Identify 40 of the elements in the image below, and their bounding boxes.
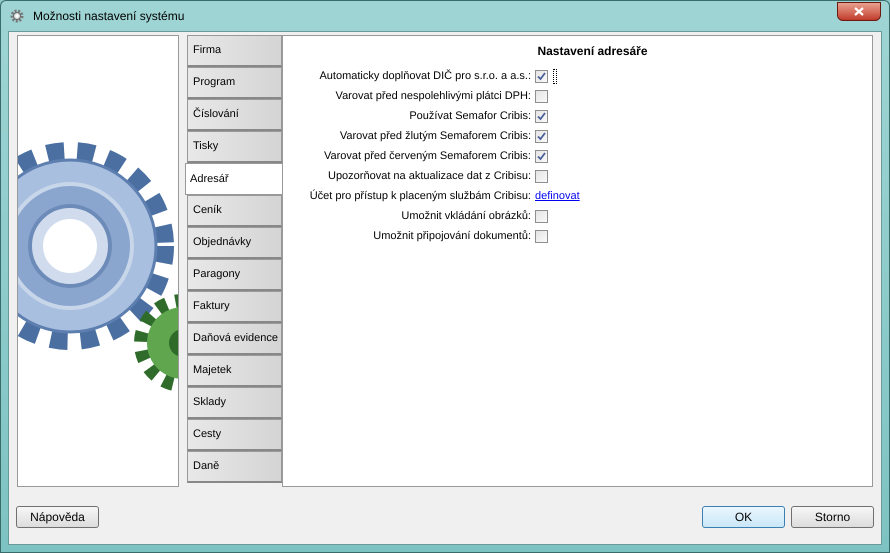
- tab[interactable]: Daňová evidence: [187, 323, 283, 355]
- window-title: Možnosti nastavení systému: [33, 8, 184, 25]
- ok-button[interactable]: OK: [702, 506, 785, 528]
- checkbox[interactable]: [535, 150, 548, 162]
- tab[interactable]: Program: [187, 67, 283, 99]
- cancel-button[interactable]: Storno: [791, 506, 874, 528]
- define-link[interactable]: definovat: [535, 188, 580, 204]
- checkbox[interactable]: [535, 110, 548, 122]
- setting-label: Varovat před nespolehlivými plátci DPH:: [334, 88, 531, 104]
- tab[interactable]: Sklady: [187, 387, 283, 419]
- panel-title: Nastavení adresáře: [537, 43, 648, 60]
- checkbox[interactable]: [535, 130, 548, 142]
- tab[interactable]: Majetek: [187, 355, 283, 387]
- setting-label: Používat Semafor Cribis:: [408, 108, 531, 124]
- setting-label: Umožnit připojování dokumentů:: [372, 228, 531, 244]
- tab[interactable]: Firma: [187, 35, 283, 67]
- setting-label: Umožnit vkládání obrázků:: [400, 208, 531, 224]
- tab[interactable]: Daně: [187, 451, 283, 483]
- setting-label: Automaticky doplňovat DIČ pro s.r.o. a a.s.:: [318, 68, 531, 84]
- help-button[interactable]: Nápověda: [16, 506, 99, 528]
- setting-label: Varovat před červeným Semaforem Cribis:: [322, 148, 531, 164]
- checkbox[interactable]: [535, 170, 548, 182]
- checkbox[interactable]: [535, 230, 548, 242]
- close-icon: [854, 6, 864, 16]
- tab[interactable]: Faktury: [187, 291, 283, 323]
- close-button[interactable]: [837, 2, 881, 20]
- tab[interactable]: Číslování: [187, 99, 283, 131]
- tab[interactable]: Adresář: [185, 163, 282, 195]
- setting-label: Upozorňovat na aktualizace dat z Cribisu:: [327, 168, 531, 184]
- checkbox[interactable]: [535, 210, 548, 222]
- gear-icon: [9, 8, 25, 24]
- setting-label: Účet pro přístup k placeným službám Cribisu:: [308, 188, 531, 204]
- tab[interactable]: Tisky: [187, 131, 283, 163]
- checkbox[interactable]: [535, 70, 548, 82]
- tab[interactable]: Cesty: [187, 419, 283, 451]
- tab[interactable]: Objednávky: [187, 227, 283, 259]
- setting-label: Varovat před žlutým Semaforem Cribis:: [338, 128, 531, 144]
- tab[interactable]: Paragony: [187, 259, 283, 291]
- checkbox[interactable]: [535, 90, 548, 102]
- tab[interactable]: Ceník: [187, 195, 283, 227]
